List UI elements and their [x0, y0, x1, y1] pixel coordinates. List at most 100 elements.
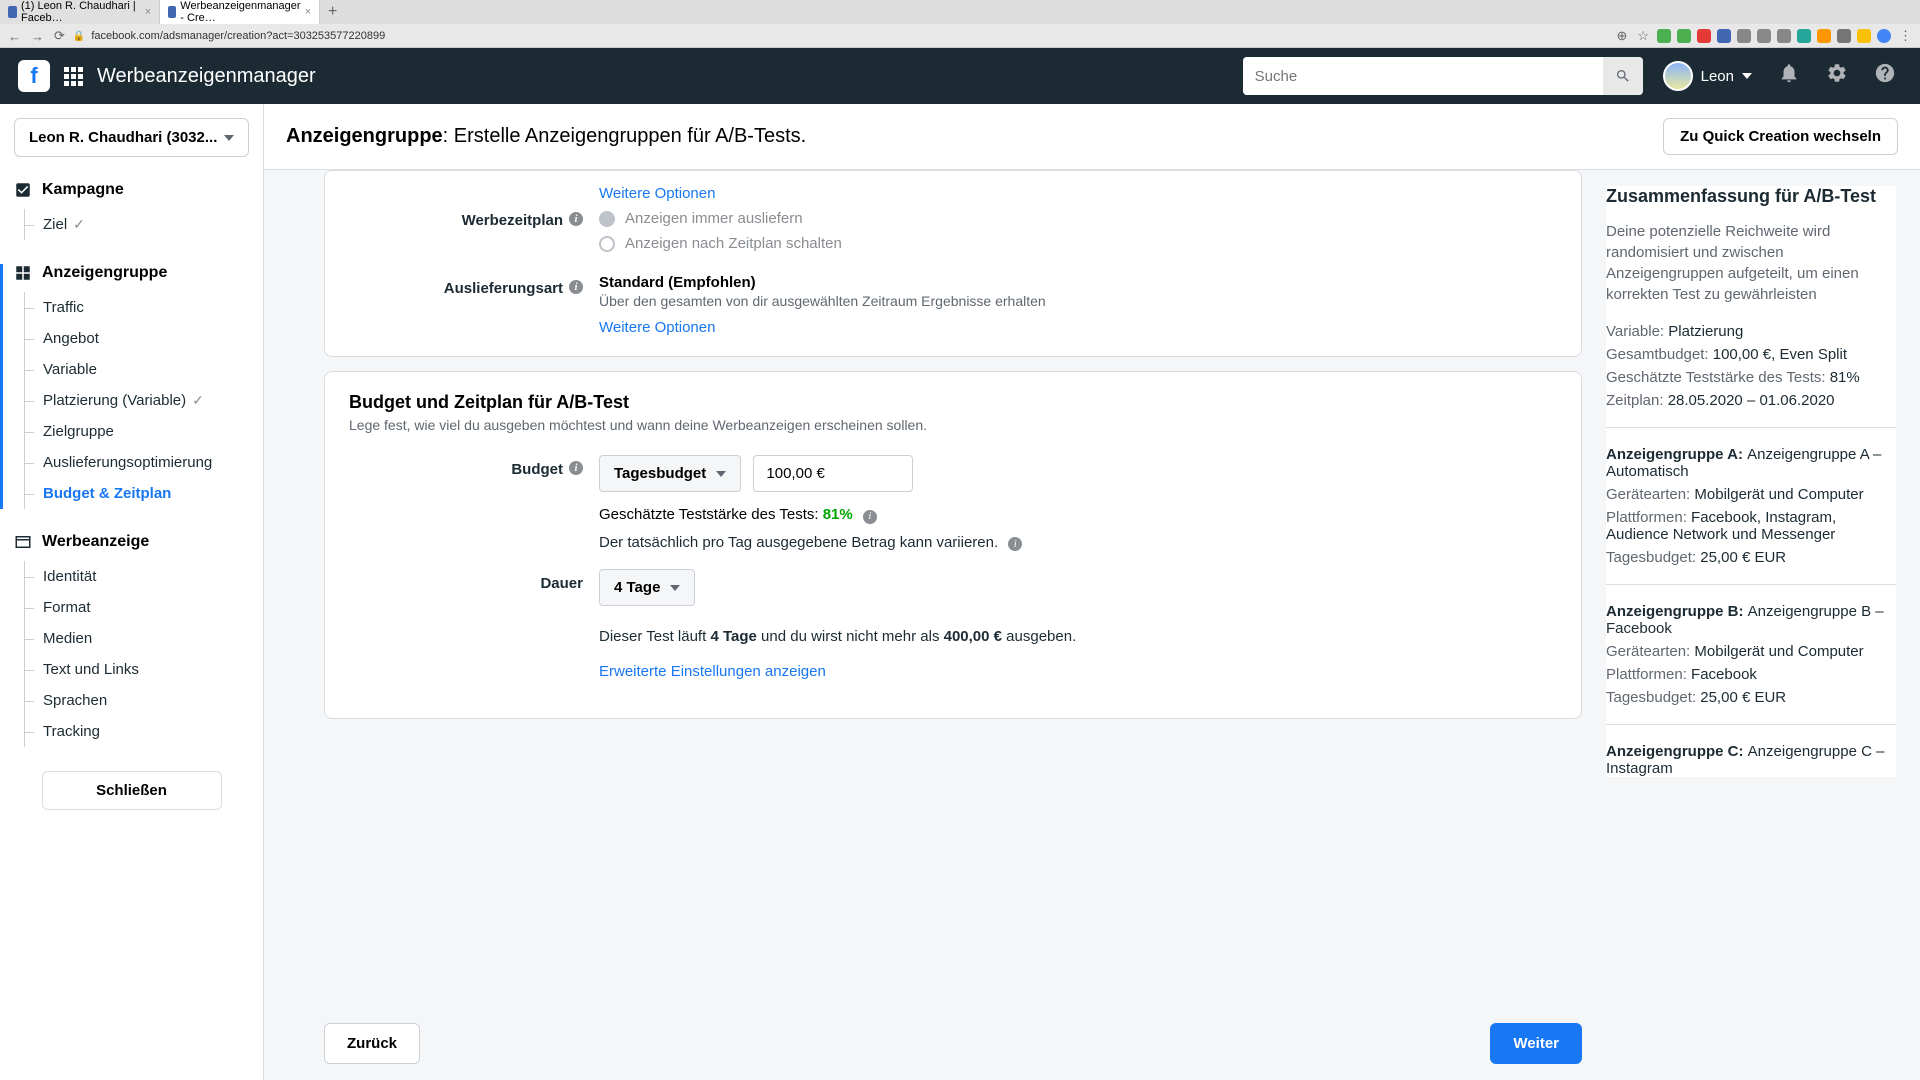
- extension-icon[interactable]: [1717, 29, 1731, 43]
- card-subtitle: Lege fest, wie viel du ausgeben möchtest…: [349, 417, 1557, 433]
- nav-section-ad: Werbeanzeige Identität Format Medien Tex…: [14, 533, 249, 747]
- nav-item-placement[interactable]: Platzierung (Variable)✓: [25, 385, 249, 416]
- budget-schedule-card: Budget und Zeitplan für A/B-Test Lege fe…: [324, 371, 1582, 719]
- divider: [1606, 724, 1896, 725]
- back-icon[interactable]: ←: [6, 29, 23, 44]
- nav-item-goal[interactable]: Ziel ✓: [25, 209, 249, 240]
- extension-icon[interactable]: [1657, 29, 1671, 43]
- lock-icon: 🔒: [73, 31, 85, 42]
- search-input[interactable]: [1243, 57, 1603, 95]
- quick-creation-button[interactable]: Zu Quick Creation wechseln: [1663, 118, 1898, 155]
- extension-icon[interactable]: [1817, 29, 1831, 43]
- extension-icon[interactable]: [1797, 29, 1811, 43]
- info-icon[interactable]: i: [863, 510, 877, 524]
- chevron-down-icon: [670, 585, 680, 591]
- nav-section-campaign: Kampagne Ziel ✓: [14, 181, 249, 240]
- nav-item-text-links[interactable]: Text und Links: [25, 654, 249, 685]
- nav-section-title: Werbeanzeige: [42, 533, 149, 551]
- menu-icon[interactable]: ⋮: [1897, 28, 1914, 44]
- field-label: Budget: [511, 461, 563, 478]
- info-icon[interactable]: i: [569, 461, 583, 475]
- close-icon[interactable]: ×: [305, 6, 311, 18]
- reload-icon[interactable]: ⟳: [52, 28, 67, 44]
- duration-dropdown[interactable]: 4 Tage: [599, 569, 695, 606]
- content-area: Anzeigengruppe: Erstelle Anzeigengruppen…: [264, 104, 1920, 1080]
- summary-line: Tagesbudget: 25,00 € EUR: [1606, 689, 1896, 706]
- star-icon[interactable]: ☆: [1635, 28, 1651, 44]
- check-icon: ✓: [192, 392, 204, 409]
- account-dropdown[interactable]: Leon R. Chaudhari (3032...: [14, 118, 249, 157]
- nav-item-tracking[interactable]: Tracking: [25, 716, 249, 747]
- more-options-link[interactable]: Weitere Optionen: [599, 185, 715, 202]
- summary-intro: Deine potenzielle Reichweite wird random…: [1606, 221, 1896, 305]
- extension-icon[interactable]: [1857, 29, 1871, 43]
- nav-item-languages[interactable]: Sprachen: [25, 685, 249, 716]
- user-menu[interactable]: Leon: [1657, 57, 1758, 95]
- grid-icon: [14, 264, 32, 282]
- extension-icon[interactable]: [1837, 29, 1851, 43]
- nav-section-title: Anzeigengruppe: [42, 264, 167, 282]
- budget-type-dropdown[interactable]: Tagesbudget: [599, 455, 741, 492]
- nav-item-offer[interactable]: Angebot: [25, 323, 249, 354]
- app-header: f Werbeanzeigenmanager Leon: [0, 48, 1920, 104]
- card-title: Budget und Zeitplan für A/B-Test: [349, 392, 1557, 413]
- duration-summary: Dieser Test läuft 4 Tage und du wirst ni…: [599, 628, 1557, 645]
- help-icon[interactable]: [1868, 62, 1902, 90]
- nav-item-format[interactable]: Format: [25, 592, 249, 623]
- nav-section-title: Kampagne: [42, 181, 124, 199]
- zoom-icon[interactable]: ⊕: [1614, 28, 1629, 44]
- budget-amount-input[interactable]: [753, 455, 913, 492]
- summary-line: Gesamtbudget: 100,00 €, Even Split: [1606, 346, 1896, 363]
- favicon-icon: [168, 6, 176, 18]
- nav-item-media[interactable]: Medien: [25, 623, 249, 654]
- account-name: Leon R. Chaudhari (3032...: [29, 129, 217, 146]
- extension-icon[interactable]: [1677, 29, 1691, 43]
- chevron-down-icon: [1742, 73, 1752, 79]
- next-button[interactable]: Weiter: [1490, 1023, 1582, 1064]
- forward-icon[interactable]: →: [29, 29, 46, 44]
- info-icon[interactable]: i: [569, 212, 583, 226]
- delivery-type-sub: Über den gesamten von dir ausgewählten Z…: [599, 293, 1557, 309]
- summary-group-title: Anzeigengruppe B: Anzeigengruppe B – Fac…: [1606, 603, 1896, 637]
- browser-tab-active[interactable]: Werbeanzeigenmanager - Cre… ×: [160, 0, 320, 24]
- profile-icon[interactable]: [1877, 29, 1891, 43]
- info-icon[interactable]: i: [569, 280, 583, 294]
- settings-icon[interactable]: [1820, 62, 1854, 90]
- browser-tab[interactable]: (1) Leon R. Chaudhari | Faceb… ×: [0, 0, 160, 24]
- user-name: Leon: [1701, 68, 1734, 85]
- summary-line: Zeitplan: 28.05.2020 – 01.06.2020: [1606, 392, 1896, 409]
- radio-icon: [599, 236, 615, 252]
- extension-icon[interactable]: [1777, 29, 1791, 43]
- extension-icon[interactable]: [1757, 29, 1771, 43]
- extension-icon[interactable]: [1697, 29, 1711, 43]
- notifications-icon[interactable]: [1772, 62, 1806, 90]
- close-button[interactable]: Schließen: [42, 771, 222, 810]
- tab-title: (1) Leon R. Chaudhari | Faceb…: [21, 0, 141, 24]
- check-icon: ✓: [73, 216, 85, 233]
- summary-line: Plattformen: Facebook: [1606, 666, 1896, 683]
- nav-item-traffic[interactable]: Traffic: [25, 292, 249, 323]
- search-button[interactable]: [1603, 57, 1643, 95]
- tab-title: Werbeanzeigenmanager - Cre…: [180, 0, 300, 24]
- nav-item-variable[interactable]: Variable: [25, 354, 249, 385]
- nav-item-delivery-opt[interactable]: Auslieferungsoptimierung: [25, 447, 249, 478]
- nav-item-audience[interactable]: Zielgruppe: [25, 416, 249, 447]
- back-button[interactable]: Zurück: [324, 1023, 420, 1064]
- footer-buttons: Zurück Weiter: [324, 1007, 1582, 1080]
- search-container: [1243, 57, 1643, 95]
- info-icon[interactable]: i: [1008, 537, 1022, 551]
- summary-title: Zusammenfassung für A/B-Test: [1606, 186, 1896, 207]
- facebook-logo-icon[interactable]: f: [18, 60, 50, 92]
- extension-icon[interactable]: [1737, 29, 1751, 43]
- chevron-down-icon: [716, 471, 726, 477]
- advanced-settings-link[interactable]: Erweiterte Einstellungen anzeigen: [599, 663, 826, 680]
- url-text[interactable]: facebook.com/adsmanager/creation?act=303…: [91, 30, 1608, 42]
- nav-item-identity[interactable]: Identität: [25, 561, 249, 592]
- apps-grid-icon[interactable]: [64, 67, 83, 86]
- new-tab-button[interactable]: +: [320, 0, 345, 24]
- more-options-link[interactable]: Weitere Optionen: [599, 319, 715, 336]
- radio-option-always: Anzeigen immer ausliefern: [599, 206, 1557, 231]
- browser-chrome: (1) Leon R. Chaudhari | Faceb… × Werbean…: [0, 0, 1920, 48]
- close-icon[interactable]: ×: [145, 6, 151, 18]
- nav-item-budget-schedule[interactable]: Budget & Zeitplan: [25, 478, 249, 509]
